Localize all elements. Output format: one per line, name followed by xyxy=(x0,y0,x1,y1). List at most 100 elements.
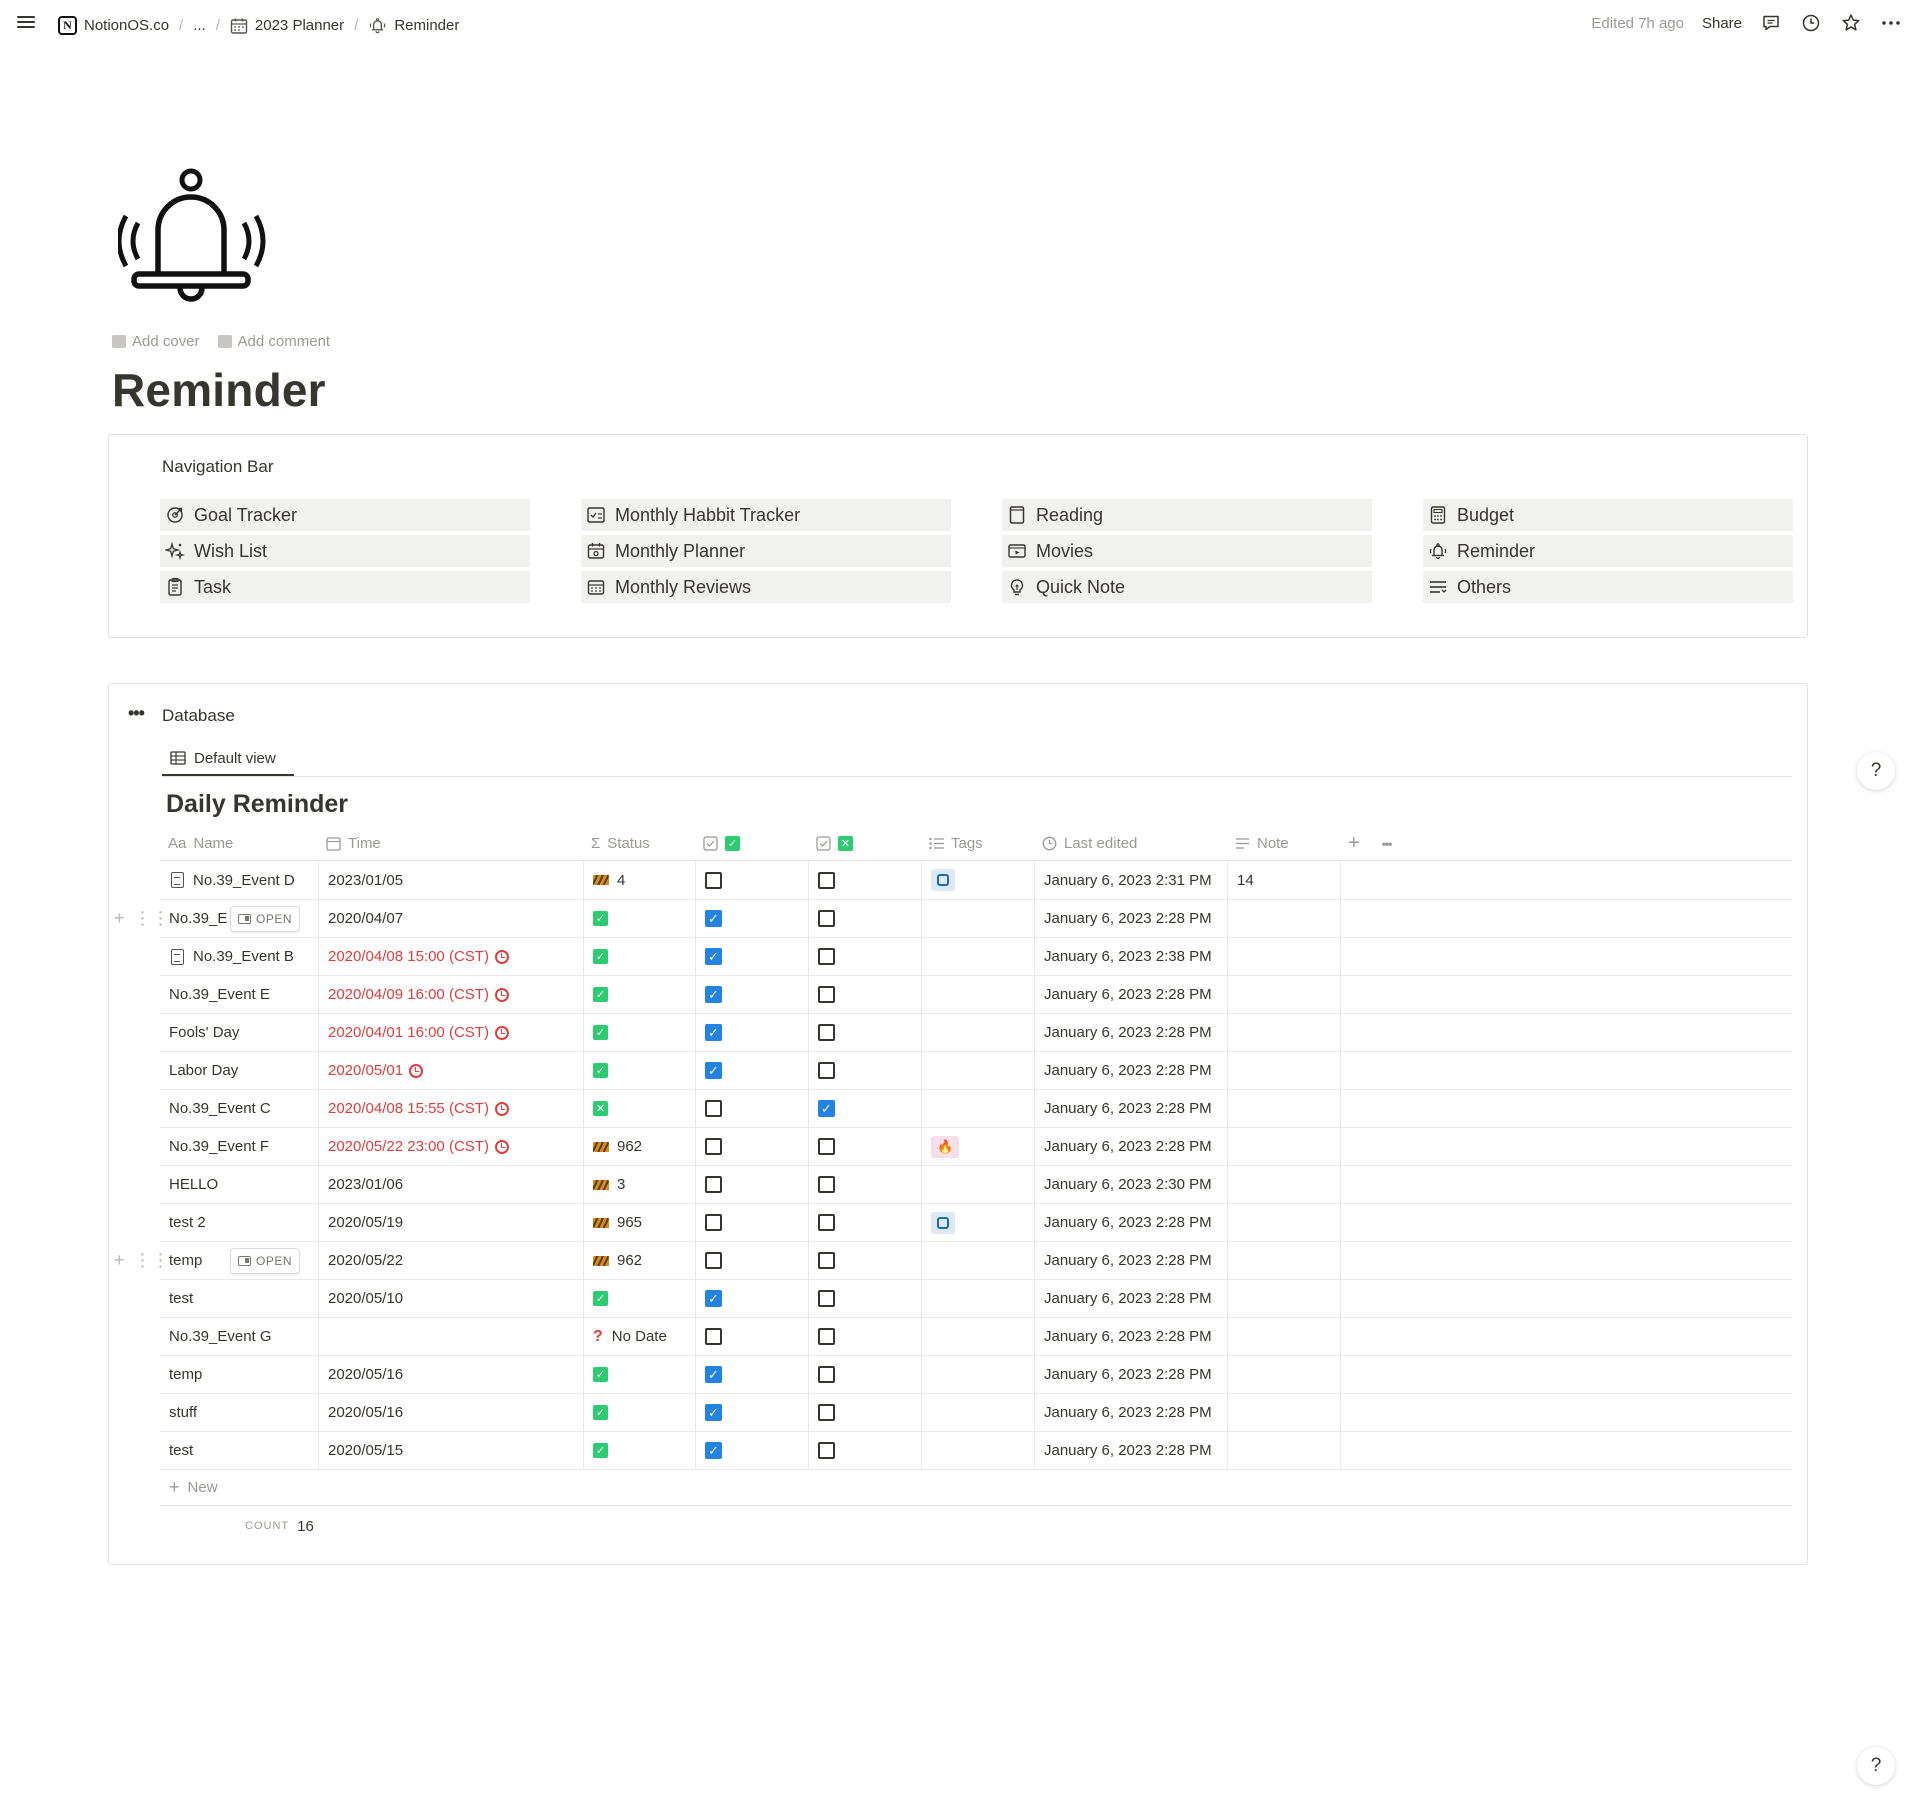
cell-time[interactable]: 2020/05/19 xyxy=(318,1204,583,1241)
add-row-icon[interactable]: + xyxy=(114,1251,125,1269)
new-row-button[interactable]: + New xyxy=(160,1470,1792,1506)
table-row[interactable]: + ⋮⋮ temp OPEN 2020/05/22 962 January 6, 2023 … xyxy=(114,1242,1792,1280)
database-title[interactable]: Database xyxy=(162,706,235,726)
cell-time[interactable] xyxy=(318,1318,583,1355)
cell-status[interactable]: 962 xyxy=(583,1242,695,1279)
done-checkbox[interactable]: ✓ xyxy=(705,1290,722,1307)
table-row[interactable]: No.39_Event D 2023/01/05 4 January 6, 2023 … xyxy=(160,861,1792,900)
open-row-button[interactable]: OPEN xyxy=(230,906,301,932)
cancelled-checkbox[interactable] xyxy=(818,1024,835,1041)
cell-name[interactable]: test xyxy=(160,1432,318,1469)
row-handle[interactable]: + ⋮⋮ xyxy=(114,909,170,927)
done-checkbox[interactable] xyxy=(705,1214,722,1231)
cancelled-checkbox[interactable] xyxy=(818,1214,835,1231)
cancelled-checkbox[interactable] xyxy=(818,1404,835,1421)
table-row[interactable]: test 2 2020/05/19 965 January 6, 2023 2:28 … xyxy=(160,1204,1792,1242)
cell-status[interactable]: ? No Date xyxy=(583,1318,695,1355)
row-handle[interactable]: + ⋮⋮ xyxy=(114,1251,170,1269)
cell-time[interactable]: 2020/04/08 15:00 (CST) xyxy=(318,938,583,975)
done-checkbox[interactable]: ✓ xyxy=(705,910,722,927)
cell-tags[interactable] xyxy=(921,938,1034,975)
cancelled-checkbox[interactable] xyxy=(818,871,835,889)
cell-name[interactable]: No.39_Event E xyxy=(160,976,318,1013)
done-checkbox[interactable] xyxy=(705,1138,722,1155)
cell-name[interactable]: temp xyxy=(160,1356,318,1393)
column-header-cancelled[interactable]: ✕ xyxy=(808,827,921,860)
table-row[interactable]: No.39_Event G? No Date January 6, 2023 2:2… xyxy=(160,1318,1792,1356)
drag-handle-icon[interactable]: ⋮⋮ xyxy=(134,1251,170,1269)
table-row[interactable]: Fools' Day 2020/04/01 16:00 (CST) ✓ ✓ Januar… xyxy=(160,1014,1792,1052)
cell-time[interactable]: 2020/04/08 15:55 (CST) xyxy=(318,1090,583,1127)
cell-time[interactable]: 2020/05/16 xyxy=(318,1356,583,1393)
cell-name[interactable]: test 2 xyxy=(160,1204,318,1241)
cell-tags[interactable] xyxy=(921,1394,1034,1431)
breadcrumb-planner[interactable]: 2023 Planner xyxy=(227,15,347,37)
cancelled-checkbox[interactable] xyxy=(818,910,835,927)
nav-link-budget[interactable]: Budget xyxy=(1423,499,1793,531)
cell-note[interactable] xyxy=(1227,1166,1340,1203)
cell-note[interactable] xyxy=(1227,1204,1340,1241)
cell-name[interactable]: No.39_Event A OPEN xyxy=(160,900,318,937)
nav-link-reading[interactable]: Reading xyxy=(1002,499,1372,531)
cell-tags[interactable] xyxy=(921,1356,1034,1393)
done-checkbox[interactable] xyxy=(705,1328,722,1345)
cell-tags[interactable]: 🔥 xyxy=(921,1128,1034,1165)
cancelled-checkbox[interactable] xyxy=(818,1366,835,1383)
cancelled-checkbox[interactable] xyxy=(818,948,835,965)
cell-status[interactable]: ✕ xyxy=(583,1090,695,1127)
nav-link-monthly-habbit-tracker[interactable]: Monthly Habbit Tracker xyxy=(581,499,951,531)
help-button[interactable]: ? xyxy=(1857,1747,1895,1785)
cell-note[interactable] xyxy=(1227,976,1340,1013)
cell-name[interactable]: Labor Day xyxy=(160,1052,318,1089)
history-clock-icon[interactable] xyxy=(1800,12,1822,34)
cell-time[interactable]: 2020/05/15 xyxy=(318,1432,583,1469)
column-more-icon[interactable]: ••• xyxy=(1382,837,1393,851)
cell-tags[interactable] xyxy=(921,1318,1034,1355)
comments-icon[interactable] xyxy=(1760,12,1782,34)
cell-time[interactable]: 2023/01/05 xyxy=(318,861,583,899)
column-header-tags[interactable]: Tags xyxy=(921,827,1034,860)
cell-status[interactable]: ✓ xyxy=(583,976,695,1013)
cell-note[interactable] xyxy=(1227,1318,1340,1355)
table-row[interactable]: No.39_Event E 2020/04/09 16:00 (CST) ✓ ✓ Jan… xyxy=(160,976,1792,1014)
nav-link-task[interactable]: Task xyxy=(160,571,530,603)
nav-link-quick-note[interactable]: Quick Note xyxy=(1002,571,1372,603)
share-button[interactable]: Share xyxy=(1702,15,1742,32)
done-checkbox[interactable]: ✓ xyxy=(705,1024,722,1041)
cell-note[interactable] xyxy=(1227,1242,1340,1279)
cell-note[interactable] xyxy=(1227,1394,1340,1431)
add-row-icon[interactable]: + xyxy=(114,909,125,927)
cell-status[interactable]: ✓ xyxy=(583,938,695,975)
cell-time[interactable]: 2020/05/16 xyxy=(318,1394,583,1431)
cell-tags[interactable] xyxy=(921,861,1034,899)
cell-note[interactable] xyxy=(1227,1052,1340,1089)
cell-name[interactable]: temp OPEN xyxy=(160,1242,318,1279)
cell-time[interactable]: 2020/05/01 xyxy=(318,1052,583,1089)
cell-tags[interactable] xyxy=(921,1052,1034,1089)
cell-note[interactable] xyxy=(1227,1280,1340,1317)
cancelled-checkbox[interactable] xyxy=(818,1328,835,1345)
cell-time[interactable]: 2020/05/22 23:00 (CST) xyxy=(318,1128,583,1165)
help-button[interactable]: ? xyxy=(1857,752,1895,790)
cell-status[interactable]: ✓ xyxy=(583,1052,695,1089)
done-checkbox[interactable]: ✓ xyxy=(705,1404,722,1421)
nav-link-reminder[interactable]: Reminder xyxy=(1423,535,1793,567)
cell-status[interactable]: ✓ xyxy=(583,1356,695,1393)
done-checkbox[interactable] xyxy=(705,1176,722,1193)
cell-status[interactable]: ✓ xyxy=(583,1432,695,1469)
cell-status[interactable]: ✓ xyxy=(583,1280,695,1317)
database-menu-icon[interactable]: ••• xyxy=(128,703,145,724)
breadcrumb-workspace[interactable]: N NotionOS.co xyxy=(55,14,172,37)
cell-note[interactable] xyxy=(1227,900,1340,937)
cell-tags[interactable] xyxy=(921,1166,1034,1203)
cell-tags[interactable] xyxy=(921,900,1034,937)
done-checkbox[interactable] xyxy=(705,1100,722,1117)
column-header-name[interactable]: Aa Name xyxy=(160,827,318,860)
cell-time[interactable]: 2020/04/01 16:00 (CST) xyxy=(318,1014,583,1051)
bell-ringing-icon[interactable] xyxy=(118,168,268,318)
nav-link-wish-list[interactable]: Wish List xyxy=(160,535,530,567)
cell-status[interactable]: 962 xyxy=(583,1128,695,1165)
cell-tags[interactable] xyxy=(921,1432,1034,1469)
sidebar-menu-icon[interactable] xyxy=(15,13,37,35)
column-header-time[interactable]: Time xyxy=(318,827,583,860)
